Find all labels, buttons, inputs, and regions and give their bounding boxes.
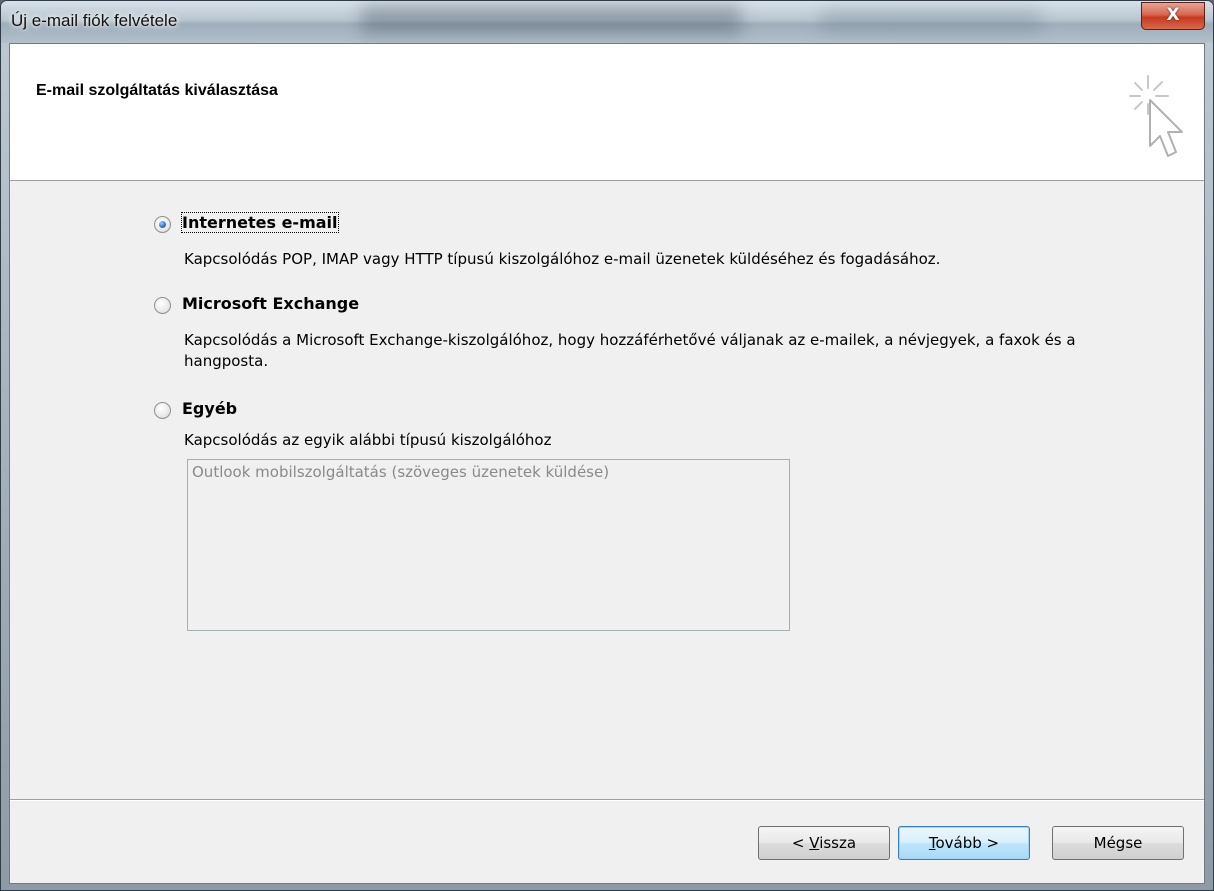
- option-label[interactable]: Internetes e-mail: [181, 212, 339, 233]
- option-description: Kapcsolódás a Microsoft Exchange-kiszolg…: [184, 331, 1076, 370]
- wizard-header: E-mail szolgáltatás kiválasztása: [10, 44, 1204, 181]
- title-bar[interactable]: Új e-mail fiók felvétele X: [1, 1, 1213, 43]
- back-button-label: issza: [819, 834, 857, 852]
- list-item[interactable]: Outlook mobilszolgáltatás (szöveges üzen…: [192, 463, 609, 481]
- radio-microsoft-exchange[interactable]: [154, 297, 171, 314]
- back-button-mnemonic: V: [809, 834, 820, 852]
- dialog-window: Új e-mail fiók felvétele X E-mail szolgá…: [0, 0, 1214, 891]
- footer-divider: [10, 799, 1204, 801]
- title-bar-glass-blur: [361, 5, 741, 35]
- other-server-types-list[interactable]: Outlook mobilszolgáltatás (szöveges üzen…: [187, 459, 790, 631]
- cancel-button-label: Mégse: [1093, 834, 1143, 852]
- dialog-client-area: E-mail szolgáltatás kiválasztása Interne…: [9, 43, 1205, 884]
- title-bar-glass-blur: [821, 9, 1041, 33]
- close-icon: X: [1166, 5, 1180, 25]
- back-button[interactable]: < Vissza: [758, 826, 890, 860]
- page-title: E-mail szolgáltatás kiválasztása: [36, 82, 278, 99]
- wizard-cursor-icon: [1129, 75, 1183, 157]
- radio-other[interactable]: [154, 402, 171, 419]
- close-button[interactable]: X: [1141, 2, 1205, 30]
- radio-internet-email[interactable]: [154, 216, 171, 233]
- cancel-button[interactable]: Mégse: [1052, 826, 1184, 860]
- next-button[interactable]: Tovább >: [898, 826, 1030, 860]
- next-button-label: ovább >: [935, 834, 1000, 852]
- option-label[interactable]: Microsoft Exchange: [182, 294, 359, 313]
- option-label[interactable]: Egyéb: [182, 399, 237, 418]
- option-description: Kapcsolódás az egyik alábbi típusú kiszo…: [184, 431, 552, 449]
- option-description: Kapcsolódás POP, IMAP vagy HTTP típusú k…: [184, 250, 941, 268]
- back-button-prefix: <: [791, 834, 810, 852]
- window-title: Új e-mail fiók felvétele: [11, 11, 178, 30]
